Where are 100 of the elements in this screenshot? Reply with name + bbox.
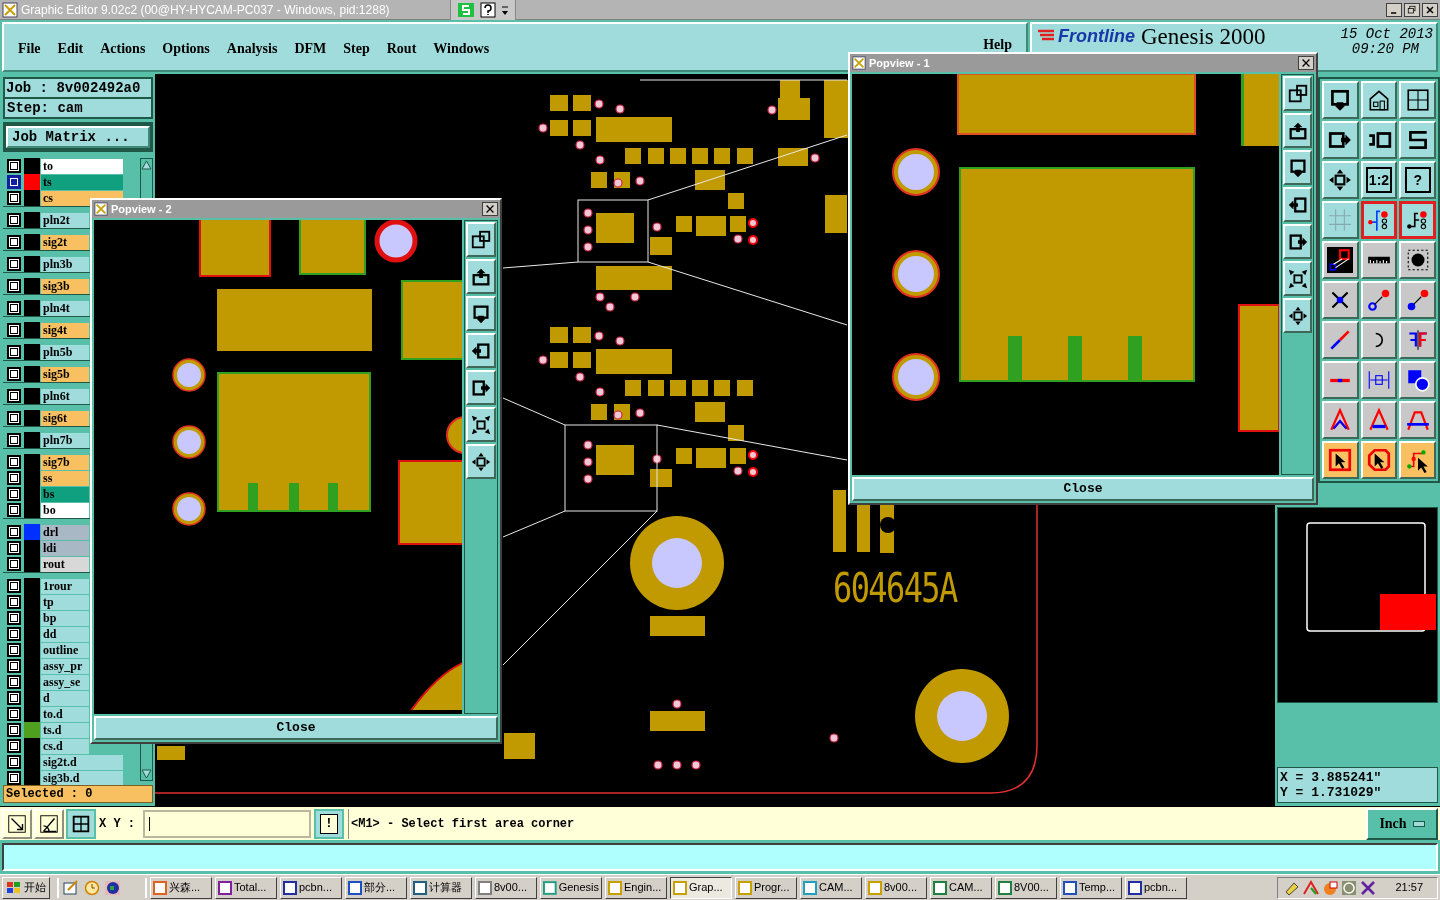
close-icon[interactable] [1298,56,1314,70]
menu-item[interactable]: Edit [57,38,84,59]
layer-name[interactable]: sig3b.d [41,770,123,786]
tray-clock-icon[interactable] [1341,879,1358,896]
tool-button[interactable] [1399,201,1436,239]
layer-visibility-box[interactable] [6,627,21,641]
menu-item[interactable]: Windows [433,38,490,59]
taskbar-button[interactable]: 兴森... [150,876,212,899]
layer-name[interactable]: d [41,690,89,706]
layer-visibility-box[interactable] [6,389,21,403]
tray-triangle-icon[interactable] [1303,879,1320,896]
taskbar-button[interactable]: 8v00... [475,876,537,899]
layer-name[interactable]: to.d [41,706,89,722]
layer-visibility-box[interactable] [6,755,21,769]
layer-name[interactable]: pln3b [41,256,89,272]
taskbar-button[interactable]: Grap... [670,876,732,899]
layer-name[interactable]: bs [41,486,89,502]
taskbar-button[interactable]: Genesis [540,876,602,899]
layer-name[interactable]: 1rour [41,578,89,594]
layer-visibility-box[interactable] [6,159,21,173]
layer-name[interactable]: drl [41,524,89,540]
help-icon[interactable] [478,1,497,18]
layer-visibility-box[interactable] [6,455,21,469]
taskbar-button[interactable]: CAM... [930,876,992,899]
layer-visibility-box[interactable] [6,595,21,609]
layer-name[interactable]: assy_se [41,674,89,690]
close-button[interactable]: Close [852,477,1314,501]
layer-name[interactable]: sig2t.d [41,754,123,770]
menu-item[interactable]: DFM [294,38,327,59]
layer-visibility-box[interactable] [6,345,21,359]
layer-name[interactable]: to [41,158,123,174]
layer-visibility-box[interactable] [6,643,21,657]
scroll-down-icon[interactable] [141,768,152,780]
layer-name[interactable]: pln7b [41,432,89,448]
taskbar-button[interactable]: pcbn... [1125,876,1187,899]
close-icon[interactable] [482,202,498,216]
layer-visibility-box[interactable] [6,257,21,271]
menu-item[interactable]: Step [343,38,370,59]
layer-name[interactable]: dd [41,626,89,642]
taskbar-button[interactable]: Temp... [1060,876,1122,899]
taskbar-button[interactable]: 计算器 [410,876,472,899]
close-button[interactable]: Close [94,716,498,740]
menu-item[interactable]: Options [162,38,210,59]
layer-visibility-box[interactable] [6,675,21,689]
layer-visibility-box[interactable] [6,723,21,737]
layer-visibility-box[interactable] [6,191,21,205]
zoom-tool-button[interactable] [2,808,32,839]
layer-name[interactable]: sig2t [41,234,89,250]
menu-item[interactable]: File [18,38,41,59]
layer-name[interactable]: outline [41,642,89,658]
status-field[interactable] [2,843,1438,871]
desktop-icon[interactable] [62,879,80,896]
layer-visibility-box[interactable] [6,579,21,593]
close-button[interactable] [1422,2,1438,17]
start-button[interactable]: 开始 [2,876,50,899]
taskbar-button[interactable]: Engin... [605,876,667,899]
layer-visibility-box[interactable] [6,611,21,625]
layer-name[interactable]: cs.d [41,738,89,754]
layer-name[interactable]: sig5b [41,366,89,382]
taskbar-button[interactable]: 8V00... [995,876,1057,899]
layer-visibility-box[interactable] [6,175,21,189]
menu-item[interactable]: Analysis [226,38,278,59]
layer-visibility-box[interactable] [6,691,21,705]
layer-visibility-box[interactable] [6,323,21,337]
layer-visibility-box[interactable] [6,739,21,753]
layer-name[interactable]: ts.d [41,722,89,738]
layer-visibility-box[interactable] [6,771,21,785]
layer-visibility-box[interactable] [6,367,21,381]
layer-visibility-box[interactable] [6,471,21,485]
layer-name[interactable]: bo [41,502,89,518]
layer-name[interactable]: sig4t [41,322,89,338]
units-button[interactable]: Inch [1366,807,1438,840]
layer-visibility-box[interactable] [6,433,21,447]
tool-button[interactable]: 1:2 [1360,161,1398,199]
tray-app-icon[interactable] [1322,879,1339,896]
layer-visibility-box[interactable] [6,557,21,571]
layer-visibility-box[interactable] [6,541,21,555]
taskbar-button[interactable]: CAM... [800,876,862,899]
taskbar-button[interactable]: Progr... [735,876,797,899]
layer-visibility-box[interactable] [6,659,21,673]
layer-visibility-box[interactable] [6,213,21,227]
layer-name[interactable]: pln5b [41,344,89,360]
execute-button[interactable]: ! [314,808,344,839]
layer-name[interactable]: ldi [41,540,89,556]
layer-visibility-box[interactable] [6,525,21,539]
taskbar-button[interactable]: pcbn... [280,876,342,899]
layer-name[interactable]: sig7b [41,454,89,470]
layer-name[interactable]: sig6t [41,410,89,426]
layer-name[interactable]: bp [41,610,89,626]
layer-name[interactable]: assy_pr [41,658,89,674]
layer-visibility-box[interactable] [6,301,21,315]
coordinate-input[interactable] [143,809,311,838]
tray-x-icon[interactable] [1360,879,1377,896]
layer-name[interactable]: ts [41,174,123,190]
layer-visibility-box[interactable] [6,503,21,517]
taskbar-button[interactable]: Total... [215,876,277,899]
minimize-button[interactable] [1386,2,1402,17]
tool-button[interactable]: ? [1399,161,1436,199]
layer-name[interactable]: pln6t [41,388,89,404]
taskbar-button[interactable]: 8v00... [865,876,927,899]
